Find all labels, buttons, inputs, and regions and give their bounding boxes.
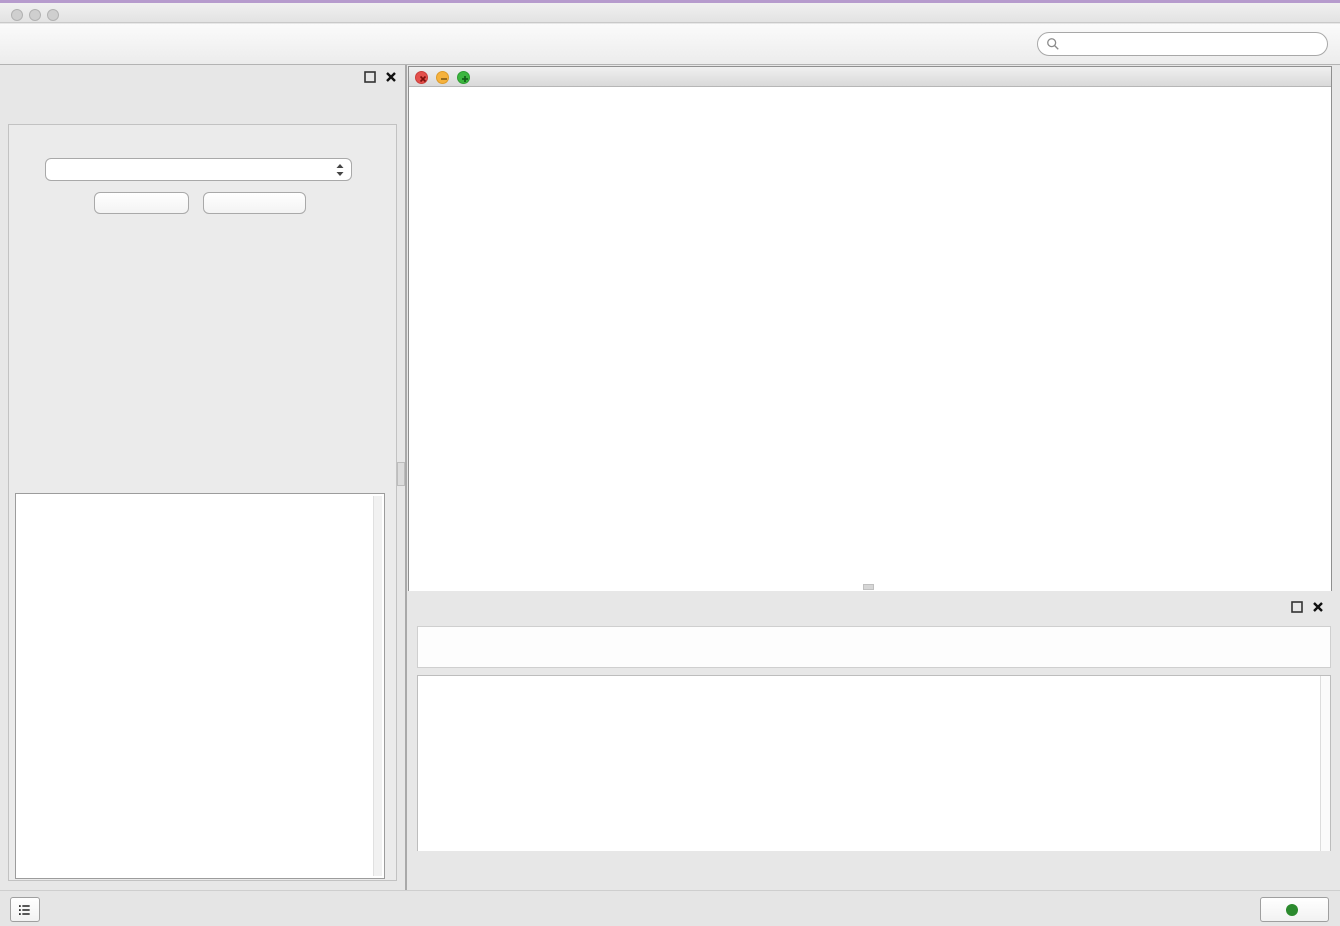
memory-button[interactable] bbox=[1260, 897, 1329, 922]
control-panel-header bbox=[0, 65, 405, 91]
search-icon bbox=[1046, 37, 1060, 51]
window-close-button[interactable] bbox=[11, 9, 23, 21]
close-table-panel-icon[interactable] bbox=[1312, 601, 1324, 613]
table-panel bbox=[408, 595, 1332, 886]
application-window bbox=[0, 0, 1340, 926]
network-zoom-button[interactable] bbox=[457, 71, 470, 84]
close-panel-icon[interactable] bbox=[385, 71, 397, 83]
table-scrollbar[interactable] bbox=[1320, 676, 1330, 851]
close-panel-button[interactable] bbox=[203, 192, 306, 214]
control-panel bbox=[0, 65, 405, 890]
float-panel-icon[interactable] bbox=[364, 71, 376, 83]
mcds-result-box bbox=[15, 493, 385, 879]
vertical-splitter-handle[interactable] bbox=[397, 462, 405, 486]
list-icon bbox=[17, 901, 33, 919]
mcds-result-list bbox=[18, 496, 382, 876]
node-table bbox=[417, 675, 1331, 851]
search-input[interactable] bbox=[1065, 36, 1319, 53]
network-view-window bbox=[408, 66, 1332, 591]
float-table-panel-icon[interactable] bbox=[1291, 601, 1303, 613]
optimization-criterion-select[interactable] bbox=[45, 158, 352, 181]
chevron-updown-icon bbox=[335, 162, 345, 178]
network-minimize-button[interactable] bbox=[436, 71, 449, 84]
vertical-splitter[interactable] bbox=[405, 65, 407, 890]
table-toolbar bbox=[417, 626, 1331, 668]
memory-status-icon bbox=[1286, 904, 1298, 916]
search-field[interactable] bbox=[1037, 32, 1328, 56]
network-canvas[interactable] bbox=[409, 88, 1331, 591]
run-mcds-button[interactable] bbox=[94, 192, 189, 214]
titlebar bbox=[0, 0, 1340, 23]
window-minimize-button[interactable] bbox=[29, 9, 41, 21]
horizontal-splitter-handle[interactable] bbox=[863, 584, 874, 590]
network-window-titlebar[interactable] bbox=[409, 67, 1331, 87]
network-close-button[interactable] bbox=[415, 71, 428, 84]
result-scrollbar[interactable] bbox=[373, 496, 382, 876]
window-zoom-button[interactable] bbox=[47, 9, 59, 21]
main-toolbar bbox=[0, 24, 1340, 65]
task-history-button[interactable] bbox=[10, 897, 40, 922]
status-bar bbox=[0, 890, 1340, 926]
